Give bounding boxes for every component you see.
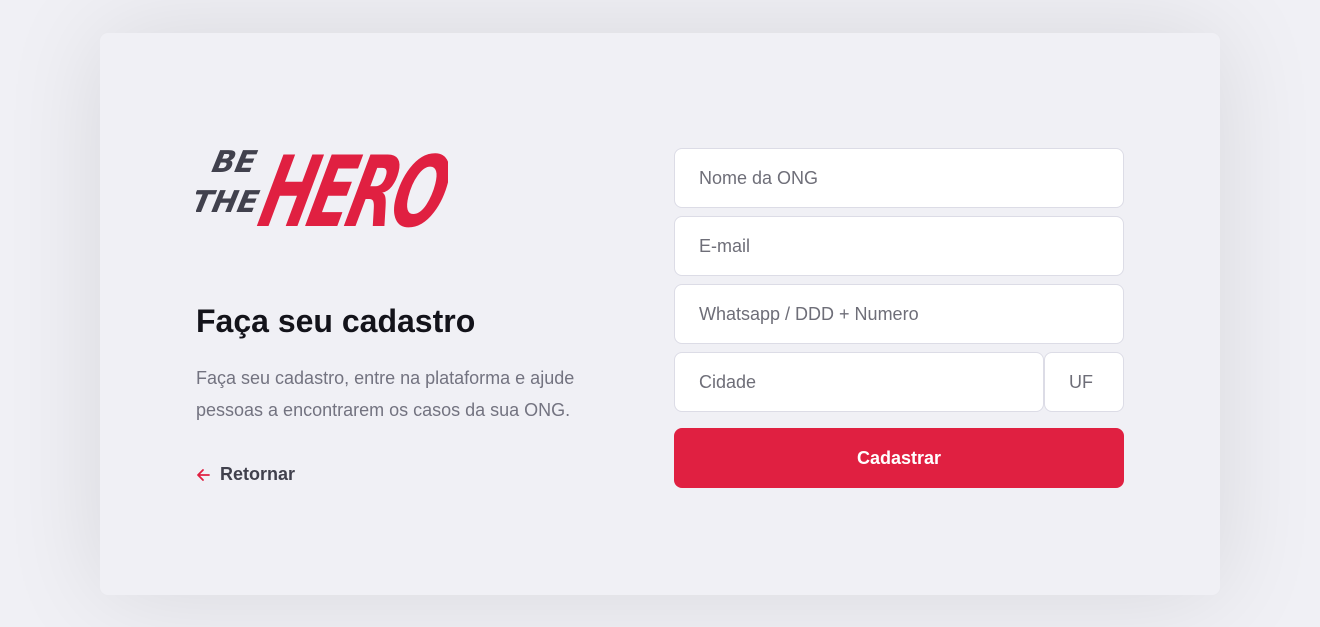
logo-hero-text: HERO bbox=[250, 136, 448, 238]
email-input[interactable] bbox=[674, 216, 1124, 276]
arrow-left-icon bbox=[197, 468, 210, 481]
ong-name-input[interactable] bbox=[674, 148, 1124, 208]
register-button[interactable]: Cadastrar bbox=[674, 428, 1124, 488]
city-input[interactable] bbox=[674, 352, 1044, 412]
page: BE THE HERO Faça seu cadastro Faça seu c… bbox=[0, 0, 1320, 627]
uf-input[interactable] bbox=[1044, 352, 1124, 412]
whatsapp-input[interactable] bbox=[674, 284, 1124, 344]
logo-be-text: BE bbox=[209, 145, 260, 180]
logo-the-text: THE bbox=[196, 185, 262, 220]
register-form: Cadastrar bbox=[674, 148, 1124, 488]
back-link[interactable]: Retornar bbox=[196, 464, 295, 485]
register-card: BE THE HERO Faça seu cadastro Faça seu c… bbox=[100, 33, 1220, 595]
back-link-label: Retornar bbox=[220, 464, 296, 485]
register-info: BE THE HERO Faça seu cadastro Faça seu c… bbox=[196, 128, 616, 487]
page-description: Faça seu cadastro, entre na plataforma e… bbox=[196, 368, 575, 421]
page-title: Faça seu cadastro bbox=[196, 303, 476, 339]
location-row bbox=[674, 352, 1124, 420]
be-the-hero-logo: BE THE HERO bbox=[196, 136, 448, 238]
